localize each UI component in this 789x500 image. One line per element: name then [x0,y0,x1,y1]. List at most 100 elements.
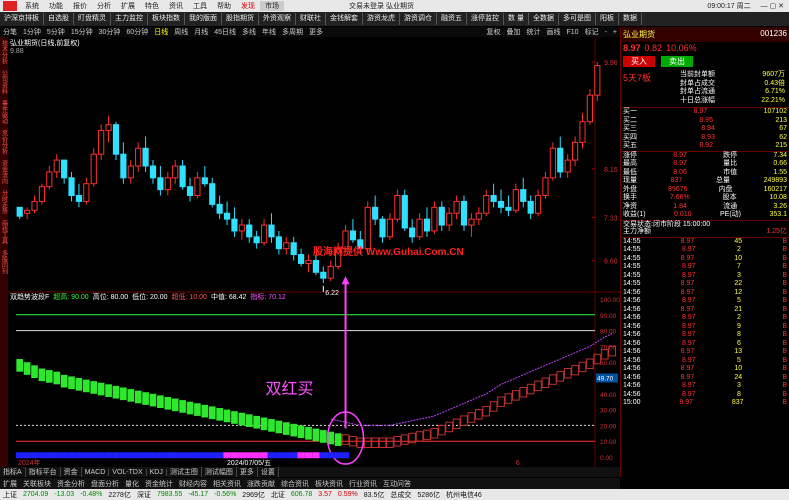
extension-tab[interactable]: 综合资讯 [278,479,312,489]
stat-value: 10.08 [769,194,787,201]
tab-discover[interactable]: 发现 [236,1,260,11]
menu-info[interactable]: 资讯 [164,1,188,11]
index-amount: 83.5亿 [363,491,385,499]
indicator-tab[interactable]: 测试幅图 [202,467,237,477]
window-controls[interactable]: — ▢ ✕ [756,2,789,10]
period-tab[interactable]: 周线 [171,27,191,37]
period-tab[interactable]: 分笔 [0,27,20,37]
candle [520,177,527,208]
extension-tab[interactable]: 关联板块 [20,479,54,489]
menu-special[interactable]: 特色 [140,1,164,11]
period-tab[interactable]: 日线 [151,27,171,37]
tick-price: 8.97 [681,263,696,270]
chart-tool-button[interactable]: F10 [564,29,582,36]
index-name[interactable]: 北证 [268,490,288,500]
toolbar-button[interactable]: 主力监控 [111,13,148,25]
extension-tab[interactable]: 资金分析 [54,479,88,489]
period-tab[interactable]: 30分钟 [96,27,124,37]
toolbar-button[interactable]: 数 量 [504,13,529,25]
toolbar-button[interactable]: 我的版面 [185,13,222,25]
period-tab[interactable]: 多线 [239,27,259,37]
tick-row: 14:56 8.97 9 B [621,323,789,332]
buy-button[interactable]: 买入 [623,56,655,67]
menu-analysis[interactable]: 分析 [92,1,116,11]
tick-time: 14:55 [623,246,641,253]
indicator-tab[interactable]: MACD [82,468,110,476]
indicator-tab[interactable]: 指标A [0,467,26,477]
toolbar-button[interactable]: 金钱解套 [326,13,363,25]
menu-help[interactable]: 帮助 [212,1,236,11]
period-tab[interactable]: 60分钟 [123,27,151,37]
period-tab[interactable]: 月线 [191,27,211,37]
extension-tab[interactable]: 行业资讯 [346,479,380,489]
toolbar-button[interactable]: 数据 [619,13,642,25]
chart-tool-button[interactable]: + [610,29,620,36]
extension-tab[interactable]: 财经内容 [176,479,210,489]
period-tab[interactable]: 1分钟 [20,27,44,37]
tick-time: 14:56 [623,322,641,330]
bid-row[interactable]: 买五 8.92 215 [621,142,789,151]
bid-row[interactable]: 买二 8.95 213 [621,117,789,126]
toolbar-button[interactable]: 自选股 [44,13,74,25]
indicator-tab[interactable]: 指标平台 [26,467,61,477]
tab-market[interactable]: 市场 [260,1,284,11]
chart-tool-button[interactable]: 画线 [544,27,564,37]
candle [586,89,593,125]
candle [431,201,438,234]
period-tab[interactable]: 15分钟 [68,27,96,37]
tick-price: 8.97 [680,288,695,296]
chart-tool-button[interactable]: 标记 [582,27,602,37]
menu-system[interactable]: 系统 [20,1,44,11]
chart-tool-button[interactable]: 复权 [484,27,504,37]
toolbar-button[interactable]: 盯盘精灵 [74,13,111,25]
bid-row[interactable]: 买四 8.93 62 [621,134,789,143]
menu-extend[interactable]: 扩展 [116,1,140,11]
toolbar-button[interactable]: 财联社 [296,13,326,25]
period-tab[interactable]: 年线 [259,27,279,37]
period-tab[interactable]: 更多 [306,27,326,37]
chart-tool-button[interactable]: 统计 [524,27,544,37]
toolbar-button[interactable]: 板块指数 [148,13,185,25]
toolbar-button[interactable]: 股指期货 [222,13,259,25]
extension-tab[interactable]: 板块资讯 [312,479,346,489]
toolbar-button[interactable]: 阳板 [596,13,619,25]
menu-tools[interactable]: 工具 [188,1,212,11]
indicator-tab[interactable]: 设置 [258,467,279,477]
toolbar-button[interactable]: 全数据 [529,13,559,25]
toolbar-button[interactable]: 多可是图 [559,13,596,25]
toolbar-button[interactable]: 游资龙虎 [363,13,400,25]
toolbar-button[interactable]: 沪深京排板 [0,13,44,25]
indicator-name[interactable]: 双趋势波段F [10,292,49,302]
sell-button[interactable]: 卖出 [661,56,693,67]
extension-tab[interactable]: 互动问答 [380,479,414,489]
index-name[interactable]: 深证 [134,490,154,500]
menu-function[interactable]: 功能 [44,1,68,11]
indicator-tab[interactable]: 资金 [61,467,82,477]
toolbar-button[interactable]: 融资五 [437,13,467,25]
index-name[interactable]: 上证 [0,490,20,500]
extension-tab[interactable]: 盘面分析 [88,479,122,489]
tick-volume: 22 [734,280,743,287]
period-tab[interactable]: 多周期 [279,27,306,37]
chart-tool-button[interactable]: - [602,29,610,36]
indicator-tab[interactable]: VOL-TDX [109,468,147,476]
indicator-tab[interactable]: 更多 [237,467,258,477]
bid-row[interactable]: 买一 8.97 107102 [621,108,789,117]
indicator-bar [253,415,260,429]
indicator-tab[interactable]: 测试主图 [167,467,202,477]
extension-tab[interactable]: 量化 [122,479,142,489]
extension-tab[interactable]: 涨跌贡献 [244,479,278,489]
period-tab[interactable]: 5分钟 [44,27,68,37]
toolbar-button[interactable]: 外资观察 [259,13,296,25]
toolbar-button[interactable]: 涨停监控 [467,13,504,25]
extension-tab[interactable]: 扩展 [0,479,20,489]
chart-tool-button[interactable]: 叠加 [504,27,524,37]
extension-tab[interactable]: 相关资讯 [210,479,244,489]
toolbar-button[interactable]: 游资调仓 [400,13,437,25]
x-label: 2024/07/05/五 [227,459,271,467]
extension-tab[interactable]: 资金统计 [142,479,176,489]
menu-quote[interactable]: 报价 [68,1,92,11]
bid-row[interactable]: 买三 8.94 67 [621,125,789,134]
period-tab[interactable]: 45日线 [211,27,239,37]
indicator-tab[interactable]: KDJ [147,468,167,476]
